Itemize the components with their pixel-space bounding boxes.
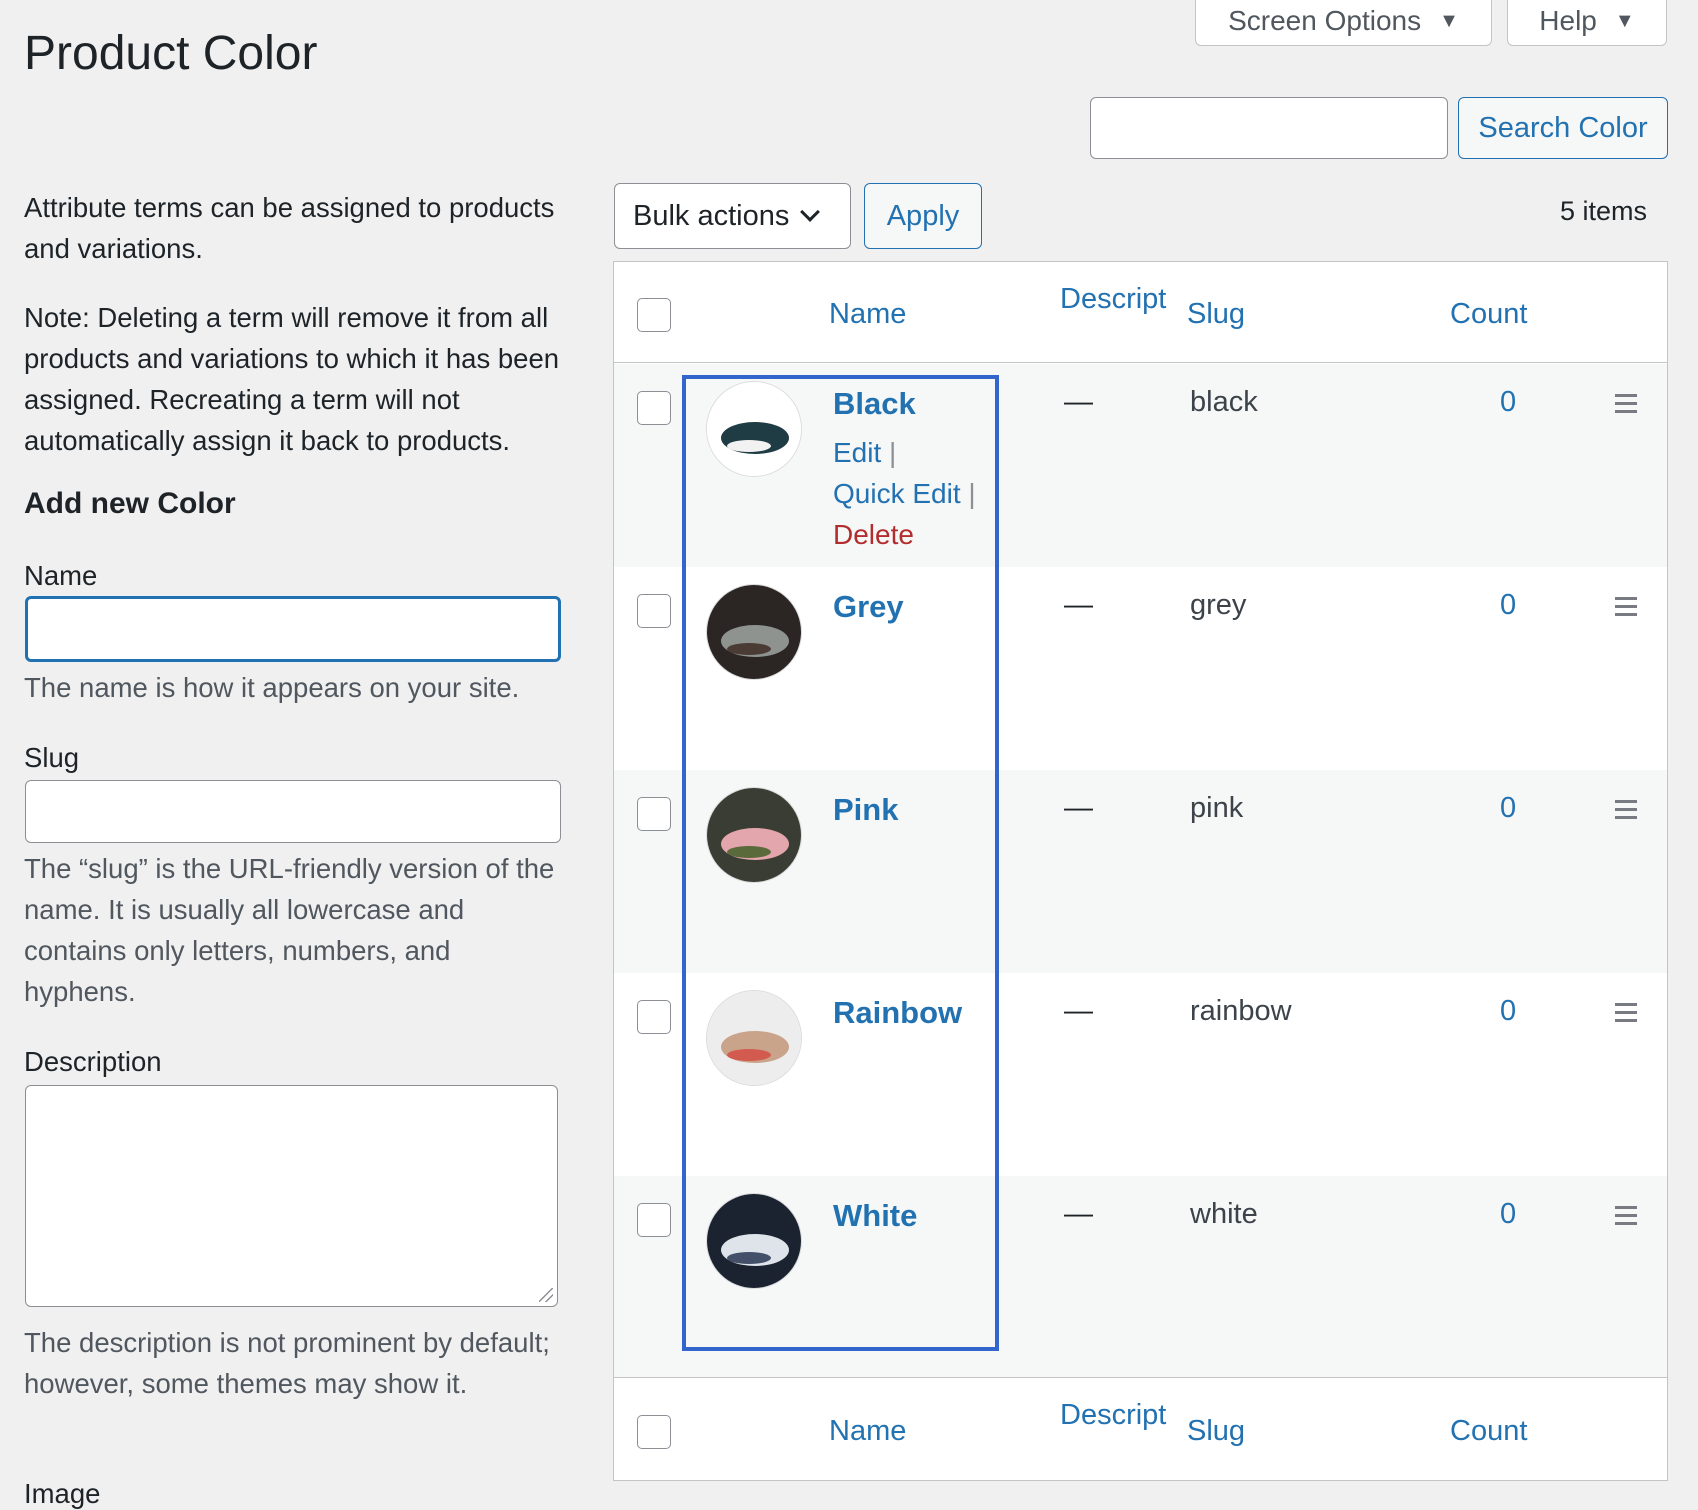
delete-link[interactable]: Delete — [833, 519, 914, 550]
term-name-link[interactable]: Rainbow — [833, 995, 962, 1031]
term-thumbnail — [706, 584, 802, 680]
select-all-checkbox[interactable] — [637, 298, 671, 332]
bulk-actions-selected: Bulk actions — [633, 199, 790, 232]
column-slug-footer[interactable]: Slug — [1187, 1415, 1245, 1448]
slug-field[interactable] — [25, 780, 561, 843]
term-description: — — [1064, 1198, 1093, 1230]
table-footer: Name Descript Slug Count — [614, 1377, 1667, 1478]
term-description: — — [1064, 995, 1093, 1027]
term-description: — — [1064, 386, 1093, 418]
row-checkbox[interactable] — [637, 1000, 671, 1034]
term-slug: pink — [1190, 792, 1244, 824]
separator: | — [968, 478, 976, 509]
separator: | — [889, 437, 897, 468]
page-title: Product Color — [24, 27, 318, 80]
column-description-footer[interactable]: Descript — [1060, 1399, 1176, 1432]
term-name-link[interactable]: Grey — [833, 589, 904, 625]
screen-options-label: Screen Options — [1228, 5, 1422, 36]
description-label: Description — [24, 1046, 162, 1077]
term-thumbnail — [706, 990, 802, 1086]
term-count-link[interactable]: 0 — [1500, 589, 1516, 622]
table-row: Grey — grey 0 — [614, 567, 1667, 770]
intro-text: Attribute terms can be assigned to produ… — [24, 192, 555, 264]
slug-help-text: The “slug” is the URL-friendly version o… — [24, 853, 555, 1007]
column-count-footer[interactable]: Count — [1450, 1415, 1527, 1448]
help-label: Help — [1539, 5, 1597, 36]
add-new-title: Add new Color — [24, 487, 236, 520]
table-row: Rainbow — rainbow 0 — [614, 973, 1667, 1176]
term-thumbnail — [706, 787, 802, 883]
row-checkbox[interactable] — [637, 594, 671, 628]
select-all-checkbox-footer[interactable] — [637, 1415, 671, 1449]
term-description: — — [1064, 792, 1093, 824]
name-help-text: The name is how it appears on your site. — [24, 672, 520, 703]
note-text: Note: Deleting a term will remove it fro… — [24, 302, 560, 456]
row-checkbox[interactable] — [637, 1203, 671, 1237]
term-slug: rainbow — [1190, 995, 1292, 1027]
term-slug: black — [1190, 386, 1258, 418]
term-slug: white — [1190, 1198, 1258, 1230]
drag-handle-icon[interactable] — [1615, 394, 1637, 418]
description-field[interactable] — [25, 1085, 558, 1307]
drag-handle-icon[interactable] — [1615, 800, 1637, 824]
search-input[interactable] — [1090, 97, 1448, 159]
term-description: — — [1064, 589, 1093, 621]
term-thumbnail — [706, 1193, 802, 1289]
column-name-footer[interactable]: Name — [829, 1415, 906, 1448]
term-name-link[interactable]: White — [833, 1198, 917, 1234]
term-count-link[interactable]: 0 — [1500, 995, 1516, 1028]
term-count-link[interactable]: 0 — [1500, 386, 1516, 419]
term-name-link[interactable]: Black — [833, 386, 916, 422]
row-checkbox[interactable] — [637, 797, 671, 831]
resize-handle-icon[interactable] — [539, 1288, 553, 1302]
term-name-link[interactable]: Pink — [833, 792, 898, 828]
slug-label: Slug — [24, 742, 80, 773]
items-count: 5 items — [1560, 196, 1648, 226]
term-slug: grey — [1190, 589, 1247, 621]
row-checkbox[interactable] — [637, 391, 671, 425]
search-button[interactable]: Search Color — [1458, 97, 1668, 159]
caret-down-icon: ▼ — [1614, 9, 1635, 32]
description-help-text: The description is not prominent by defa… — [24, 1327, 550, 1399]
help-button[interactable]: Help ▼ — [1507, 0, 1667, 46]
chevron-down-icon — [800, 202, 821, 222]
table-header: Name Descript Slug Count — [614, 262, 1667, 363]
term-count-link[interactable]: 0 — [1500, 1198, 1516, 1231]
drag-handle-icon[interactable] — [1615, 597, 1637, 621]
term-thumbnail — [706, 381, 802, 477]
table-row: Pink — pink 0 — [614, 770, 1667, 973]
name-field[interactable] — [25, 596, 561, 662]
bulk-actions-select[interactable]: Bulk actions — [614, 183, 851, 249]
edit-link[interactable]: Edit — [833, 437, 881, 468]
term-count-link[interactable]: 0 — [1500, 792, 1516, 825]
table-row: Black Edit | Quick Edit | Delete — black 0 — [614, 364, 1667, 567]
row-actions: Edit | Quick Edit | Delete — [833, 432, 976, 555]
image-label: Image — [24, 1478, 101, 1509]
table-row: White — white 0 — [614, 1176, 1667, 1379]
caret-down-icon: ▼ — [1439, 9, 1459, 32]
name-label: Name — [24, 560, 98, 591]
screen-options-button[interactable]: Screen Options ▼ — [1195, 0, 1492, 46]
column-slug[interactable]: Slug — [1187, 298, 1245, 331]
terms-table: Name Descript Slug Count Black Edit | Quic… — [613, 261, 1668, 1481]
drag-handle-icon[interactable] — [1615, 1003, 1637, 1027]
drag-handle-icon[interactable] — [1615, 1206, 1637, 1230]
column-count[interactable]: Count — [1450, 298, 1527, 331]
apply-button[interactable]: Apply — [864, 183, 982, 249]
column-name[interactable]: Name — [829, 298, 906, 331]
column-description[interactable]: Descript — [1060, 283, 1176, 316]
quick-edit-link[interactable]: Quick Edit — [833, 478, 961, 509]
